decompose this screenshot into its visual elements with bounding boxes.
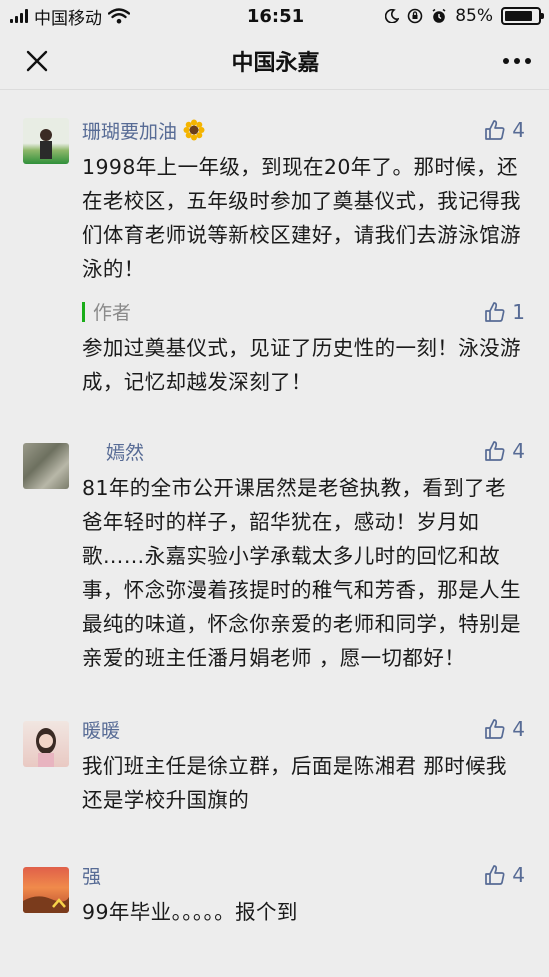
- like-button[interactable]: 4: [484, 439, 525, 463]
- comment-item: 珊瑚要加油 4 1998年上一年级，到现在20年了。那时候，还在老校区，五年级时…: [0, 90, 549, 399]
- comment-author-row: 珊瑚要加油: [82, 117, 205, 144]
- status-right: 85%: [351, 6, 544, 26]
- author-reply: 作者 1 参加过奠基仪式，见证了历史性的一刻！泳没游成，记忆却越发深刻了！: [82, 298, 525, 399]
- status-left: 中国移动: [10, 4, 200, 29]
- status-bar: 中国移动 16:51 85%: [0, 0, 549, 32]
- comment-text: 81年的全市公开课居然是老爸执教，看到了老爸年轻时的样子，韶华犹在，感动！岁月如…: [82, 476, 521, 670]
- comment-text: 我们班主任是徐立群，后面是陈湘君 那时候我还是学校升国旗的: [82, 754, 507, 812]
- avatar[interactable]: [23, 721, 69, 767]
- reply-accent-bar: [82, 301, 85, 322]
- avatar[interactable]: [23, 867, 69, 913]
- comment-text: 1998年上一年级，到现在20年了。那时候，还在老校区，五年级时参加了奠基仪式，…: [82, 155, 521, 281]
- comment-author[interactable]: 嫣然: [82, 438, 144, 465]
- comment-text: 99年毕业。。。。。报个到: [82, 900, 298, 924]
- moon-icon: [385, 9, 400, 23]
- wifi-icon: [108, 8, 130, 24]
- like-count: 4: [512, 439, 525, 463]
- reply-like-count: 1: [512, 299, 525, 324]
- avatar[interactable]: [23, 118, 69, 164]
- status-time: 16:51: [246, 5, 305, 27]
- alarm-icon: [432, 8, 446, 23]
- orientation-lock-icon: [407, 8, 423, 24]
- battery-icon: [500, 7, 544, 25]
- reply-like-button[interactable]: 1: [484, 300, 525, 324]
- page-title: 中国永嘉: [231, 50, 320, 76]
- like-button[interactable]: 4: [484, 118, 525, 142]
- battery-level: [504, 11, 533, 21]
- reply-tag: 作者: [82, 298, 131, 325]
- comment-item: 暖暖 4 我们班主任是徐立群，后面是陈湘君 那时候我还是学校升国旗的: [0, 675, 549, 817]
- comment-head: 嫣然 4: [82, 437, 525, 465]
- signal-icon: [10, 9, 28, 23]
- reply-head: 作者 1: [82, 298, 525, 325]
- sunflower-emoji-icon: [183, 119, 205, 141]
- thumbs-up-icon: [485, 441, 505, 461]
- battery-percent: 85%: [455, 6, 493, 26]
- thumbs-up-icon: [485, 719, 505, 739]
- comment-author[interactable]: 暖暖: [82, 716, 120, 743]
- like-count: 4: [512, 717, 525, 741]
- reply-author-label: 作者: [93, 302, 132, 324]
- carrier-label: 中国移动: [34, 8, 102, 29]
- comment-head: 珊瑚要加油 4: [82, 116, 525, 144]
- comment-head: 暖暖 4: [82, 715, 525, 743]
- thumbs-up-icon: [485, 301, 505, 322]
- thumbs-up-icon: [485, 865, 505, 885]
- thumbs-up-icon: [485, 120, 505, 140]
- comment-author[interactable]: 珊瑚要加油: [82, 117, 177, 144]
- nav-bar: 中国永嘉: [0, 32, 549, 90]
- reply-text: 参加过奠基仪式，见证了历史性的一刻！泳没游成，记忆却越发深刻了！: [82, 336, 521, 394]
- like-count: 4: [512, 118, 525, 142]
- comment-item: 强 4 99年毕业。。。。。报个到: [0, 817, 549, 929]
- comment-author[interactable]: 强: [82, 862, 101, 889]
- like-count: 4: [512, 863, 525, 887]
- more-icon[interactable]: [502, 57, 531, 64]
- avatar[interactable]: [23, 443, 69, 489]
- close-icon[interactable]: [26, 50, 48, 72]
- like-button[interactable]: 4: [484, 717, 525, 741]
- comment-item: 嫣然 4 81年的全市公开课居然是老爸执教，看到了老爸年轻时的样子，韶华犹在，感…: [0, 399, 549, 675]
- comment-head: 强 4: [82, 861, 525, 889]
- like-button[interactable]: 4: [484, 863, 525, 887]
